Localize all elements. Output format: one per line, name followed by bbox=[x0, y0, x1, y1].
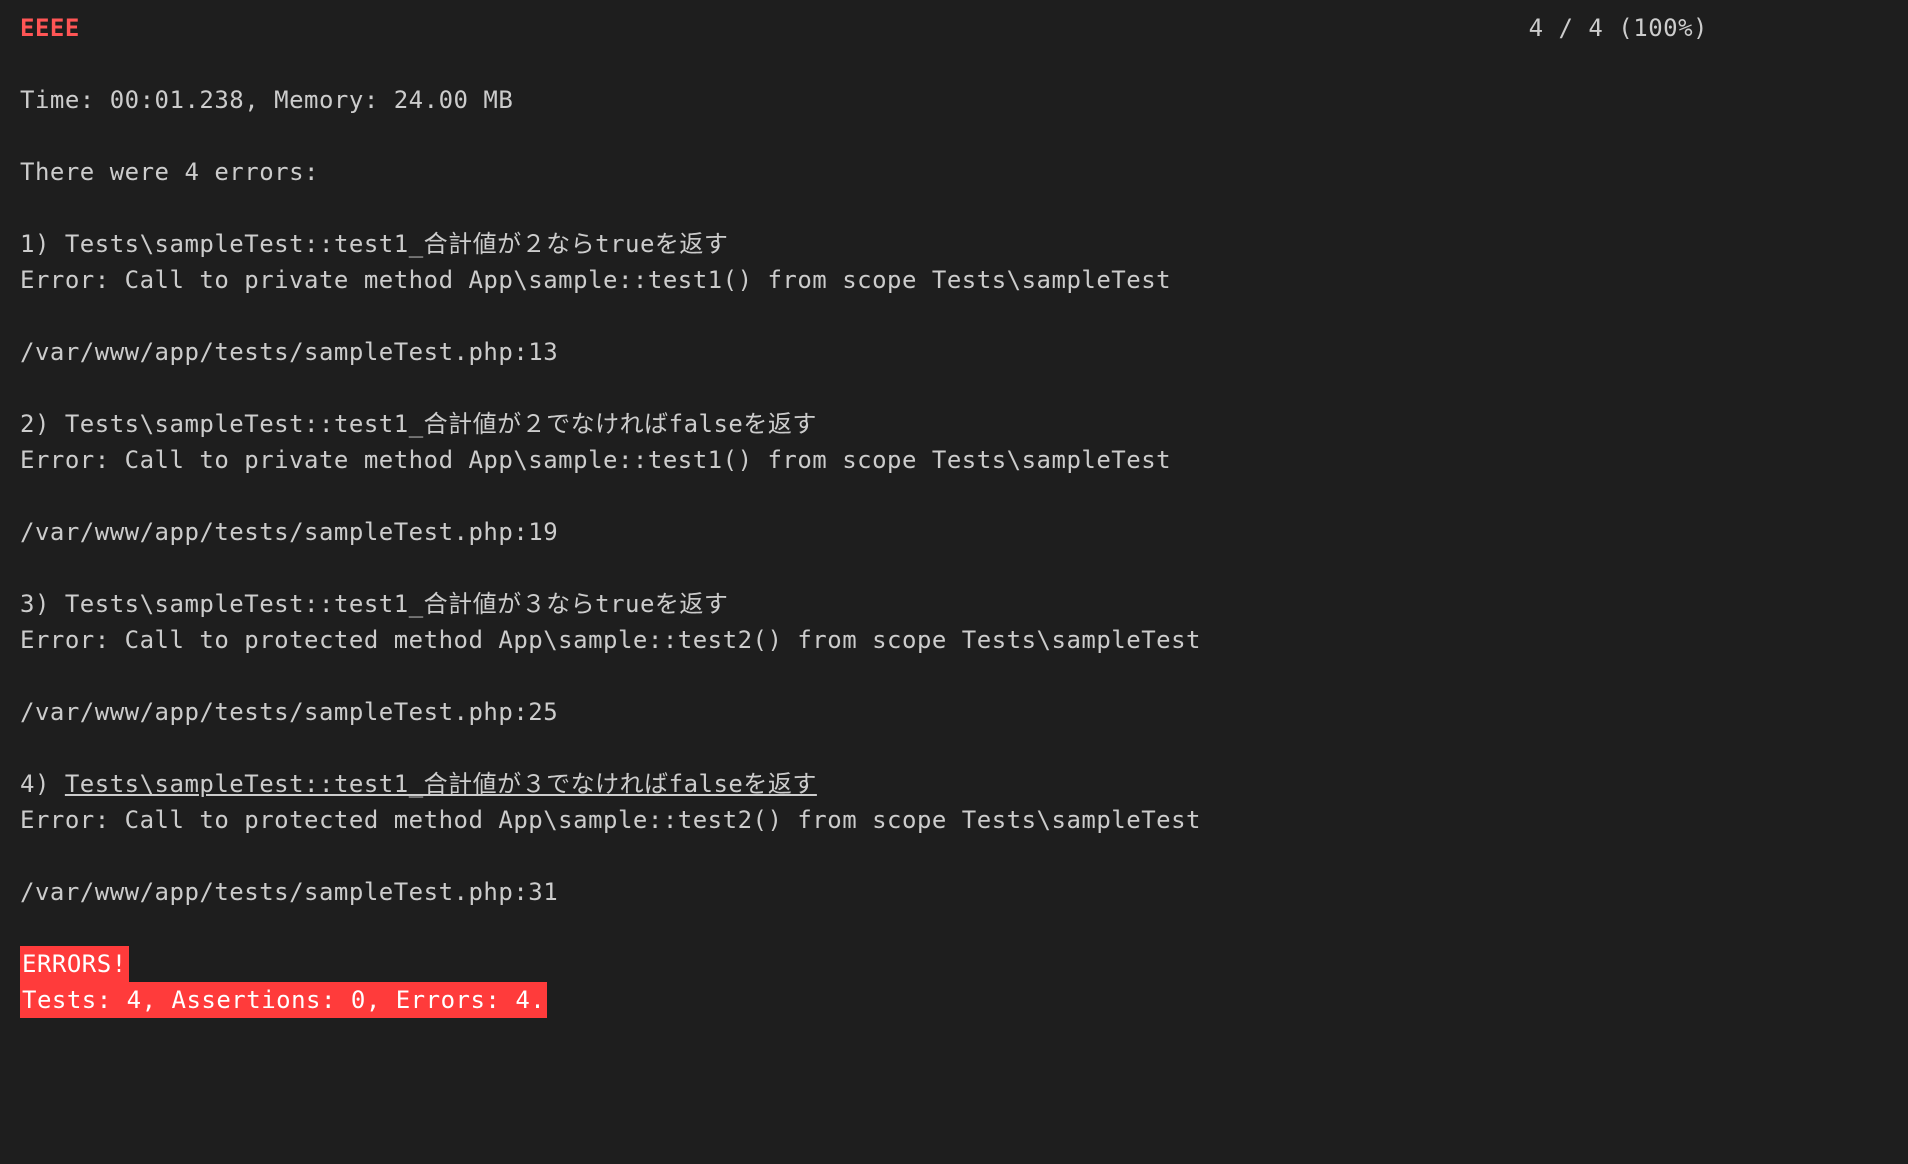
summary-block: ERRORS! Tests: 4, Assertions: 0, Errors:… bbox=[20, 946, 1888, 1018]
blank-line bbox=[20, 46, 1888, 82]
blank-line bbox=[20, 658, 1888, 694]
error-block: 1) Tests\sampleTest::test1_合計値が２ならtrueを返… bbox=[20, 226, 1888, 406]
error-block: 2) Tests\sampleTest::test1_合計値が２でなければfal… bbox=[20, 406, 1888, 586]
error-markers: EEEE bbox=[20, 10, 80, 46]
summary-stats: Tests: 4, Assertions: 0, Errors: 4. bbox=[20, 982, 547, 1018]
error-location: /var/www/app/tests/sampleTest.php:25 bbox=[20, 694, 1888, 730]
error-number: 4) bbox=[20, 770, 65, 798]
blank-line bbox=[20, 478, 1888, 514]
blank-line bbox=[20, 118, 1888, 154]
error-location: /var/www/app/tests/sampleTest.php:13 bbox=[20, 334, 1888, 370]
blank-line bbox=[20, 190, 1888, 226]
blank-line bbox=[20, 298, 1888, 334]
error-number: 2) bbox=[20, 410, 65, 438]
error-location: /var/www/app/tests/sampleTest.php:19 bbox=[20, 514, 1888, 550]
blank-line bbox=[20, 838, 1888, 874]
error-test-name: Tests\sampleTest::test1_合計値が３ならtrueを返す bbox=[65, 590, 729, 618]
top-line: EEEE 4 / 4 (100%) bbox=[20, 10, 1888, 46]
error-title: 1) Tests\sampleTest::test1_合計値が２ならtrueを返… bbox=[20, 226, 1888, 262]
blank-line bbox=[20, 370, 1888, 406]
error-block: 4) Tests\sampleTest::test1_合計値が３でなければfal… bbox=[20, 766, 1888, 946]
errors-container: 1) Tests\sampleTest::test1_合計値が２ならtrueを返… bbox=[20, 226, 1888, 946]
error-test-name: Tests\sampleTest::test1_合計値が２でなければfalseを… bbox=[65, 410, 817, 438]
progress-indicator: 4 / 4 (100%) bbox=[1529, 10, 1888, 46]
error-title: 2) Tests\sampleTest::test1_合計値が２でなければfal… bbox=[20, 406, 1888, 442]
error-message: Error: Call to protected method App\samp… bbox=[20, 622, 1888, 658]
blank-line bbox=[20, 550, 1888, 586]
error-title: 3) Tests\sampleTest::test1_合計値が３ならtrueを返… bbox=[20, 586, 1888, 622]
error-test-name: Tests\sampleTest::test1_合計値が２ならtrueを返す bbox=[65, 230, 729, 258]
error-title: 4) Tests\sampleTest::test1_合計値が３でなければfal… bbox=[20, 766, 1888, 802]
error-message: Error: Call to private method App\sample… bbox=[20, 262, 1888, 298]
error-number: 1) bbox=[20, 230, 65, 258]
time-memory-line: Time: 00:01.238, Memory: 24.00 MB bbox=[20, 82, 1888, 118]
error-test-name: Tests\sampleTest::test1_合計値が３でなければfalseを… bbox=[65, 770, 817, 798]
error-number: 3) bbox=[20, 590, 65, 618]
error-location: /var/www/app/tests/sampleTest.php:31 bbox=[20, 874, 1888, 910]
summary-errors-label: ERRORS! bbox=[20, 946, 129, 982]
errors-header: There were 4 errors: bbox=[20, 154, 1888, 190]
error-message: Error: Call to private method App\sample… bbox=[20, 442, 1888, 478]
blank-line bbox=[20, 910, 1888, 946]
error-message: Error: Call to protected method App\samp… bbox=[20, 802, 1888, 838]
blank-line bbox=[20, 730, 1888, 766]
error-block: 3) Tests\sampleTest::test1_合計値が３ならtrueを返… bbox=[20, 586, 1888, 766]
